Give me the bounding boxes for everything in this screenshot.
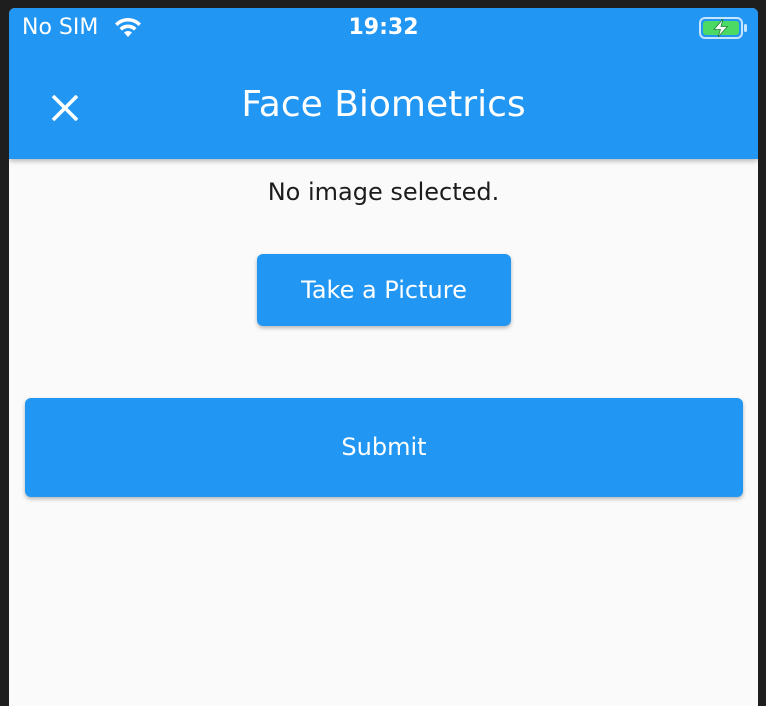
status-time: 19:32 [348, 15, 419, 40]
submit-button[interactable]: Submit [25, 398, 743, 497]
status-bar: No SIM 19:32 [9, 8, 758, 50]
battery-charging-icon [699, 17, 747, 39]
app-header: No SIM 19:32 Face Biometrics [9, 8, 758, 159]
take-picture-button[interactable]: Take a Picture [257, 254, 511, 326]
image-status-text: No image selected. [267, 178, 500, 206]
toolbar: Face Biometrics [9, 50, 758, 159]
main-content: No image selected. Take a Picture Submit [9, 159, 758, 706]
device-frame: No SIM 19:32 Face Biometrics No image se… [0, 0, 766, 706]
app-screen: No SIM 19:32 Face Biometrics No image se… [9, 8, 758, 706]
page-title: Face Biometrics [241, 84, 526, 125]
